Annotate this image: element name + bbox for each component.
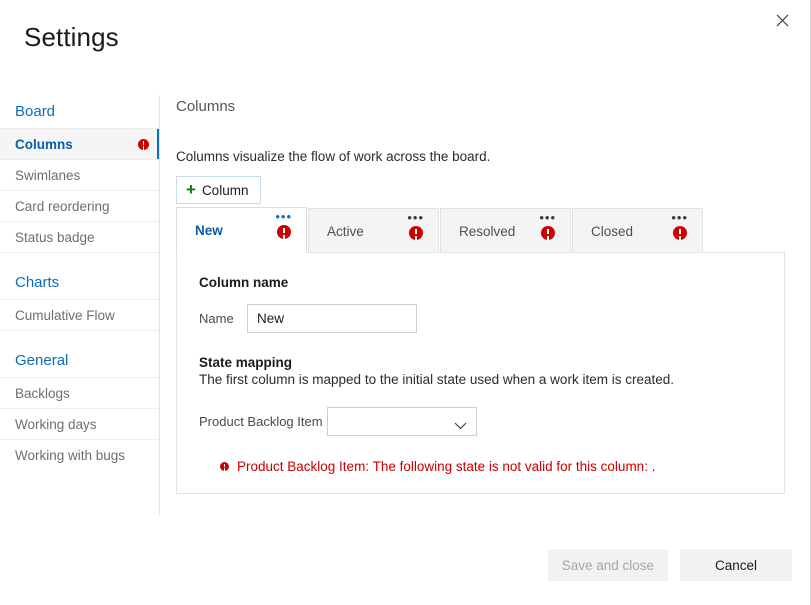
sidebar-item-label: Status badge — [15, 230, 149, 245]
sidebar-item-label: Backlogs — [15, 386, 149, 401]
sidebar-group-title-general: General — [0, 344, 159, 377]
sidebar-item-label: Working days — [15, 417, 149, 432]
sidebar-item-label: Card reordering — [15, 199, 149, 214]
ellipsis-icon[interactable]: ••• — [275, 212, 292, 221]
column-settings-panel: Column name Name State mapping The first… — [176, 252, 785, 494]
chevron-down-icon — [454, 418, 467, 433]
state-mapping-row: Product Backlog Item — [199, 407, 762, 436]
tab-closed[interactable]: Closed ••• — [572, 208, 703, 253]
sidebar-divider — [159, 95, 160, 515]
tab-indicators: ••• — [275, 212, 292, 239]
tab-resolved[interactable]: Resolved ••• — [440, 208, 571, 253]
intro-text: Columns visualize the flow of work acros… — [176, 149, 796, 164]
name-field-row: Name — [199, 304, 762, 333]
column-tabs: New ••• Active ••• Resolved ••• Closed ••• — [176, 207, 704, 253]
tab-new[interactable]: New ••• — [176, 207, 307, 253]
state-mapping-description: The first column is mapped to the initia… — [199, 372, 762, 387]
tab-label: Active — [309, 224, 364, 239]
settings-sidebar: Board Columns Swimlanes Card reordering Stat… — [0, 95, 159, 470]
tab-label: Closed — [573, 224, 633, 239]
sidebar-item-backlogs[interactable]: Backlogs — [0, 377, 159, 408]
sidebar-item-working-with-bugs[interactable]: Working with bugs — [0, 439, 159, 470]
error-icon — [673, 226, 687, 240]
tab-indicators: ••• — [407, 213, 424, 240]
sidebar-item-label: Cumulative Flow — [15, 308, 149, 323]
sidebar-group-title-charts: Charts — [0, 266, 159, 299]
dialog-footer: Save and close Cancel — [548, 549, 792, 581]
validation-error: Product Backlog Item: The following stat… — [199, 459, 762, 474]
add-column-label: Column — [202, 183, 249, 198]
sidebar-item-working-days[interactable]: Working days — [0, 408, 159, 439]
ellipsis-icon[interactable]: ••• — [539, 213, 556, 222]
sidebar-item-label: Swimlanes — [15, 168, 149, 183]
state-mapping-heading: State mapping — [199, 355, 762, 370]
error-icon — [277, 225, 291, 239]
sidebar-item-status-badge[interactable]: Status badge — [0, 221, 159, 252]
page-title: Settings — [24, 22, 119, 53]
sidebar-item-cumulative-flow[interactable]: Cumulative Flow — [0, 299, 159, 330]
ellipsis-icon[interactable]: ••• — [671, 213, 688, 222]
column-name-input[interactable] — [247, 304, 417, 333]
sidebar-group-spacer — [0, 252, 159, 266]
close-icon[interactable] — [766, 4, 798, 36]
error-icon — [220, 462, 229, 471]
state-select[interactable] — [327, 407, 477, 436]
section-title: Columns — [176, 98, 796, 115]
error-icon — [541, 226, 555, 240]
settings-dialog: Settings Board Columns Swimlanes Card reord… — [0, 0, 811, 605]
sidebar-item-label: Working with bugs — [15, 448, 149, 463]
error-message: Product Backlog Item: The following stat… — [237, 459, 655, 474]
save-and-close-button[interactable]: Save and close — [548, 549, 668, 581]
tab-indicators: ••• — [671, 213, 688, 240]
error-icon — [409, 226, 423, 240]
ellipsis-icon[interactable]: ••• — [407, 213, 424, 222]
error-icon — [138, 139, 149, 150]
sidebar-item-card-reordering[interactable]: Card reordering — [0, 190, 159, 221]
name-label: Name — [199, 311, 247, 326]
sidebar-item-label: Columns — [15, 137, 138, 152]
main-content: Columns Columns visualize the flow of wo… — [176, 98, 796, 204]
tab-indicators: ••• — [539, 213, 556, 240]
sidebar-item-swimlanes[interactable]: Swimlanes — [0, 159, 159, 190]
plus-icon: + — [186, 181, 196, 198]
tab-label: Resolved — [441, 224, 515, 239]
column-name-heading: Column name — [199, 275, 762, 290]
sidebar-group-spacer — [0, 330, 159, 344]
add-column-button[interactable]: + Column — [176, 176, 261, 204]
tab-active[interactable]: Active ••• — [308, 208, 439, 253]
mapping-label: Product Backlog Item — [199, 414, 327, 429]
tab-label: New — [177, 223, 223, 238]
sidebar-item-columns[interactable]: Columns — [0, 128, 159, 159]
sidebar-group-title-board: Board — [0, 95, 159, 128]
cancel-button[interactable]: Cancel — [680, 549, 792, 581]
